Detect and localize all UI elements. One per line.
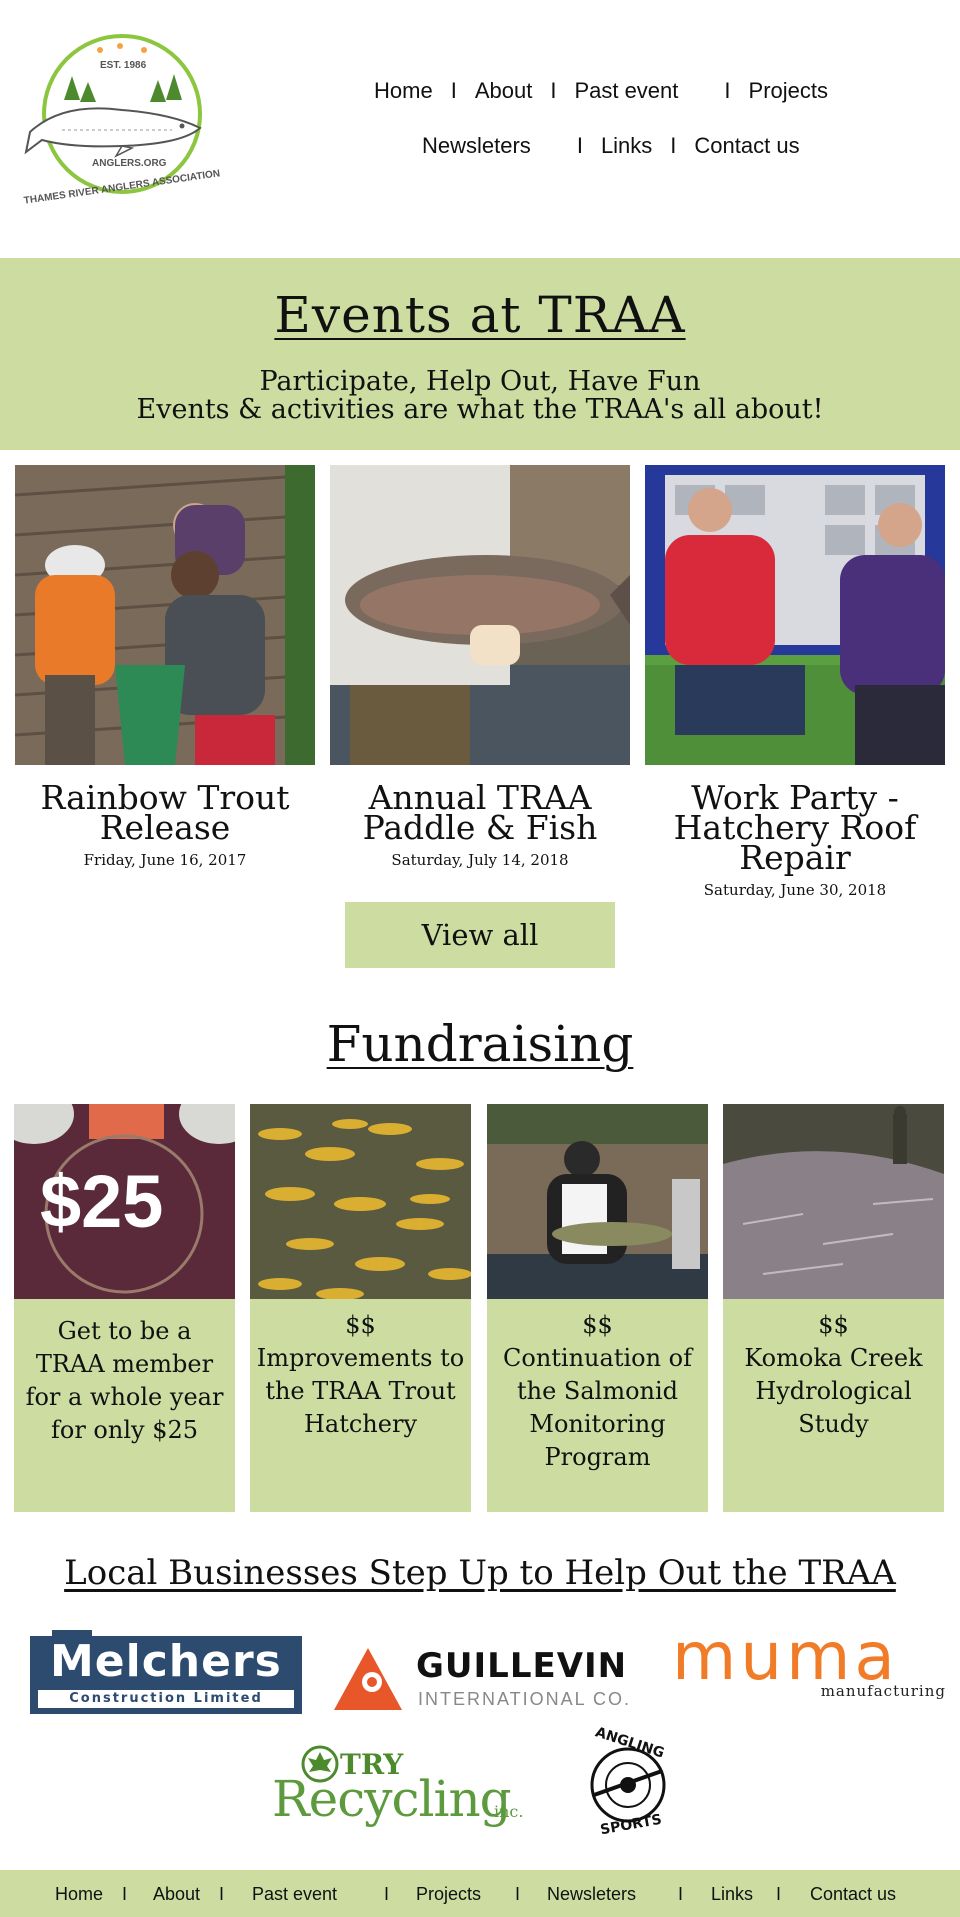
footer-contact[interactable]: Contact us xyxy=(810,1884,896,1905)
site-header: EST. 1986 ANGLERS.ORG THAMES RIVER ANGLE… xyxy=(0,0,960,258)
footer-projects[interactable]: Projects xyxy=(416,1884,481,1905)
fundraising-card[interactable]: $$ Komoka Creek Hydrological Study xyxy=(723,1104,944,1512)
event-name[interactable]: Work Party - Hatchery Roof Repair xyxy=(650,781,940,874)
fundraising-text: $$ Continuation of the Salmonid Monitori… xyxy=(487,1299,708,1474)
footer-separator: I xyxy=(122,1884,128,1904)
event-photo-work-party[interactable] xyxy=(645,465,945,765)
guillevin-name: GUILLEVIN xyxy=(416,1646,628,1686)
nav-contact[interactable]: Contact us xyxy=(694,133,799,159)
fundraising-description: Improvements to the TRAA Trout Hatchery xyxy=(256,1344,465,1438)
fundraising-dollars: $$ xyxy=(345,1311,376,1339)
main-nav-row2: Newsleters I Links I Contact us xyxy=(422,133,800,159)
logo-est: EST. 1986 xyxy=(100,60,147,71)
event-card[interactable]: Work Party - Hatchery Roof Repair Saturd… xyxy=(645,465,945,899)
footer-newsletters[interactable]: Newsleters xyxy=(547,1884,636,1905)
event-photo-trout-release[interactable] xyxy=(15,465,315,765)
nav-newsletters[interactable]: Newsleters xyxy=(422,133,531,159)
businesses-title: Local Businesses Step Up to Help Out the… xyxy=(64,1553,896,1593)
melchers-logo[interactable]: Melchers Construction Limited xyxy=(30,1630,302,1714)
nav-home[interactable]: Home xyxy=(374,78,433,104)
salmonid-photo[interactable] xyxy=(487,1104,708,1299)
try-recycling-logo[interactable]: TRY Recycling inc. xyxy=(272,1742,524,1838)
nav-about[interactable]: About xyxy=(475,78,533,104)
nav-separator: I xyxy=(670,133,677,158)
nav-past-event[interactable]: Past event xyxy=(574,78,678,104)
melchers-sub: Construction Limited xyxy=(69,1691,263,1706)
melchers-name: Melchers xyxy=(50,1636,282,1687)
guillevin-sub: INTERNATIONAL CO. xyxy=(418,1689,632,1709)
event-date: Friday, June 16, 2017 xyxy=(83,851,247,869)
muma-logo[interactable]: muma manufacturing xyxy=(672,1618,946,1708)
event-card[interactable]: Rainbow Trout Release Friday, June 16, 2… xyxy=(15,465,315,869)
event-date: Saturday, June 30, 2018 xyxy=(703,881,887,899)
nav-links[interactable]: Links xyxy=(601,133,652,159)
fundraising-card[interactable]: $$ Improvements to the TRAA Trout Hatche… xyxy=(250,1104,471,1512)
hatchery-photo[interactable] xyxy=(250,1104,471,1299)
footer-separator: I xyxy=(678,1884,684,1904)
event-card[interactable]: Annual TRAA Paddle & Fish Saturday, July… xyxy=(330,465,630,869)
guillevin-logo[interactable]: GUILLEVIN INTERNATIONAL CO. xyxy=(332,1646,642,1714)
fundraising-text: $$ Komoka Creek Hydrological Study xyxy=(723,1299,944,1441)
footer-home[interactable]: Home xyxy=(55,1884,103,1905)
nav-separator: I xyxy=(576,133,583,158)
view-all-button[interactable]: View all xyxy=(345,902,615,968)
fundraising-dollars: $$ xyxy=(582,1311,613,1339)
footer-separator: I xyxy=(776,1884,782,1904)
events-title: Events at TRAA xyxy=(274,286,686,344)
footer-separator: I xyxy=(384,1884,390,1904)
fundraising-text: Get to be a TRAA member for a whole year… xyxy=(25,1317,224,1444)
nav-separator: I xyxy=(450,78,457,103)
events-subtitle: Participate, Help Out, Have Fun Events &… xyxy=(0,368,960,424)
fundraising-description: Continuation of the Salmonid Monitoring … xyxy=(503,1344,692,1471)
main-nav-row1: Home I About I Past event I Projects xyxy=(374,78,828,104)
footer-separator: I xyxy=(515,1884,521,1904)
events-banner: Events at TRAA Participate, Help Out, Ha… xyxy=(0,258,960,450)
muma-sub: manufacturing xyxy=(820,1682,946,1700)
angling-sports-logo[interactable]: ANGLING SPORTS xyxy=(584,1724,672,1838)
footer-links[interactable]: Links xyxy=(711,1884,753,1905)
traa-logo[interactable]: EST. 1986 ANGLERS.ORG THAMES RIVER ANGLE… xyxy=(22,32,222,214)
event-name[interactable]: Rainbow Trout Release xyxy=(15,781,315,844)
try-name-bottom: Recycling xyxy=(272,1770,512,1828)
fundraising-card[interactable]: $25 Get to be a TRAA member for a whole … xyxy=(14,1104,235,1512)
nav-separator: I xyxy=(724,78,731,103)
fundraising-card[interactable]: $$ Continuation of the Salmonid Monitori… xyxy=(487,1104,708,1512)
events-subtitle-line1: Participate, Help Out, Have Fun xyxy=(259,366,701,397)
fundraising-description: Komoka Creek Hydrological Study xyxy=(744,1344,923,1438)
komoka-creek-photo[interactable] xyxy=(723,1104,944,1299)
nav-separator: I xyxy=(550,78,557,103)
fundraising-title: Fundraising xyxy=(326,1015,634,1073)
price-badge: $25 xyxy=(40,1160,164,1243)
footer-about[interactable]: About xyxy=(153,1884,200,1905)
fundraising-text: $$ Improvements to the TRAA Trout Hatche… xyxy=(250,1299,471,1441)
event-date: Saturday, July 14, 2018 xyxy=(391,851,569,869)
event-photo-paddle-fish[interactable] xyxy=(330,465,630,765)
membership-photo[interactable]: $25 xyxy=(14,1104,235,1299)
footer-nav: Home I About I Past event I Projects I N… xyxy=(0,1870,960,1917)
footer-separator: I xyxy=(219,1884,225,1904)
nav-projects[interactable]: Projects xyxy=(749,78,828,104)
footer-past-event[interactable]: Past event xyxy=(252,1884,337,1905)
try-suffix: inc. xyxy=(494,1802,524,1821)
event-name[interactable]: Annual TRAA Paddle & Fish xyxy=(330,781,630,844)
fundraising-dollars: $$ xyxy=(818,1311,849,1339)
logo-site: ANGLERS.ORG xyxy=(92,158,167,169)
events-subtitle-line2: Events & activities are what the TRAA's … xyxy=(136,394,824,425)
